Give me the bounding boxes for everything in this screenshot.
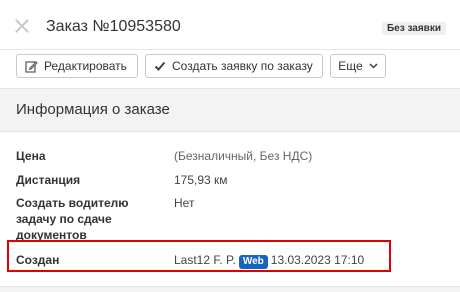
create-request-button-label: Создать заявку по заказу [172,59,313,73]
section-title: Информация о заказе [16,101,170,118]
more-button-label: Еще [338,59,363,73]
toolbar: Редактировать Создать заявку по заказу Е… [0,50,460,88]
close-icon[interactable] [14,18,30,34]
section-header: Информация о заказе [0,88,460,132]
status-badge: Без заявки [381,22,446,35]
field-value: 175,93 км [174,173,228,187]
more-dropdown-button[interactable]: Еще [330,54,386,78]
created-datetime: 13.03.2023 17:10 [270,253,365,267]
header: Заказ №10953580 Без заявки [0,0,460,50]
chevron-down-icon [369,63,378,69]
edit-button[interactable]: Редактировать [16,54,138,78]
field-value: Нет [174,196,195,210]
field-value: (Безналичный, Без НДС) [174,149,313,163]
field-label: Создать водителю задачу по сдаче докумен… [16,196,129,242]
field-label: Дистанция [16,173,81,187]
create-request-button[interactable]: Создать заявку по заказу [145,54,323,78]
source-badge: Web [238,255,268,269]
check-icon [154,60,166,72]
field-label: Цена [16,149,46,163]
edit-button-label: Редактировать [44,59,127,73]
page-title: Заказ №10953580 [46,18,181,35]
edit-icon [25,60,38,73]
field-label: Создан [16,253,60,267]
field-value: Last12 F. P. Web 13.03.2023 17:10 [174,252,364,269]
next-section-strip [0,286,460,292]
created-user[interactable]: Last12 F. P. [174,253,236,267]
